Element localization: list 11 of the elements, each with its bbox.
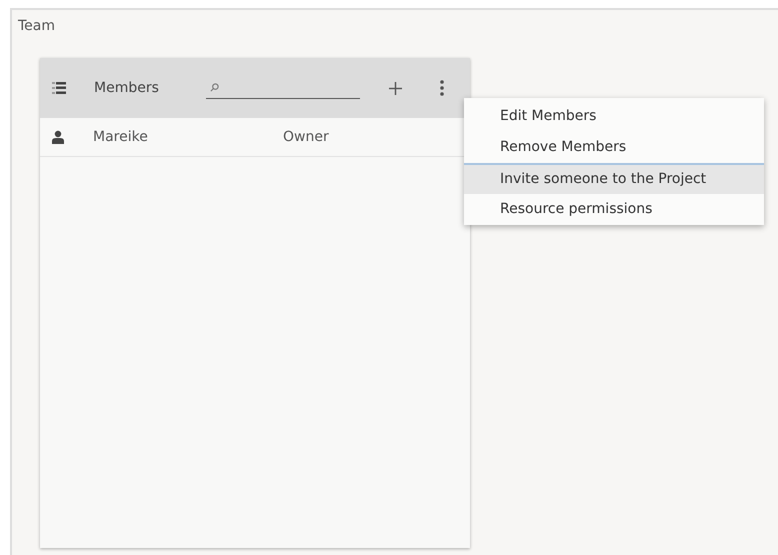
person-icon [52, 130, 64, 144]
menu-item[interactable]: Invite someone to the Project [464, 163, 764, 194]
menu-item[interactable]: Resource permissions [464, 194, 764, 225]
member-role: Owner [283, 129, 329, 145]
search-icon [210, 83, 219, 92]
member-name: Mareike [93, 129, 149, 145]
panel-title: Members [94, 80, 160, 96]
add-icon[interactable] [389, 82, 402, 94]
more-icon[interactable] [440, 80, 444, 96]
page-title: Team [17, 17, 56, 34]
list-icon[interactable] [52, 81, 66, 95]
